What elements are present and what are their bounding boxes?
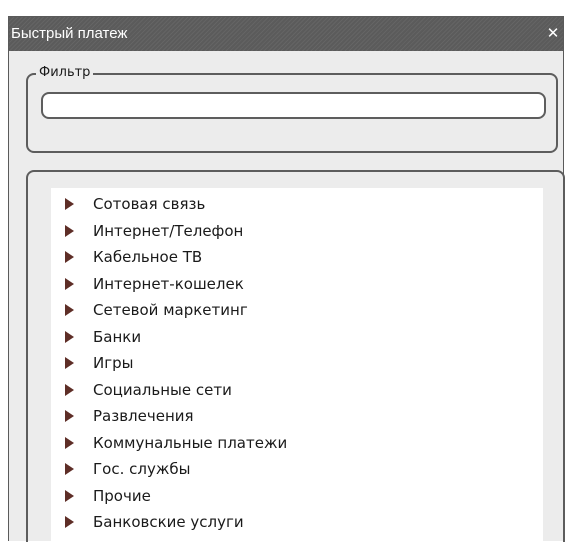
category-list-group: Сотовая связь Интернет/Телефон Кабельное… xyxy=(26,170,565,544)
expand-arrow-icon[interactable] xyxy=(65,224,74,237)
expand-arrow-icon[interactable] xyxy=(65,516,74,528)
category-item-utilities[interactable]: Коммунальные платежи xyxy=(51,430,287,457)
category-item-social-networks[interactable]: Социальные сети xyxy=(51,377,287,404)
category-label: Развлечения xyxy=(93,407,194,425)
category-label: Сетевой маркетинг xyxy=(93,301,248,319)
expand-arrow-icon[interactable] xyxy=(65,330,74,343)
category-label: Социальные сети xyxy=(93,380,232,399)
category-item-cable-tv[interactable]: Кабельное ТВ xyxy=(51,244,287,271)
expand-arrow-icon[interactable] xyxy=(65,304,74,316)
category-label: Интернет-кошелек xyxy=(93,274,244,293)
category-item-mobile[interactable]: Сотовая связь xyxy=(51,191,287,218)
category-item-internet-phone[interactable]: Интернет/Телефон xyxy=(51,218,287,245)
category-item-games[interactable]: Игры xyxy=(51,350,287,377)
quick-payment-window: Быстрый платеж ✕ Фильтр Сотовая связь Ин… xyxy=(8,16,565,544)
expand-arrow-icon[interactable] xyxy=(65,410,74,422)
expand-arrow-icon[interactable] xyxy=(65,383,74,396)
category-item-entertainment[interactable]: Развлечения xyxy=(51,403,287,430)
category-item-banking-services[interactable]: Банковские услуги xyxy=(51,509,287,536)
expand-arrow-icon[interactable] xyxy=(65,436,74,449)
expand-arrow-icon[interactable] xyxy=(65,198,74,210)
close-icon[interactable]: ✕ xyxy=(543,23,563,43)
category-label: Сотовая связь xyxy=(93,195,206,213)
category-label: Прочие xyxy=(93,486,151,505)
category-label: Кабельное ТВ xyxy=(93,248,203,266)
category-item-network-marketing[interactable]: Сетевой маркетинг xyxy=(51,297,287,324)
expand-arrow-icon[interactable] xyxy=(65,251,74,263)
title-bar[interactable]: Быстрый платеж ✕ xyxy=(9,17,563,51)
filter-group: Фильтр xyxy=(26,65,558,153)
category-label: Игры xyxy=(93,354,134,372)
category-label: Интернет/Телефон xyxy=(93,221,244,240)
window-title: Быстрый платеж xyxy=(11,25,128,42)
category-label: Гос. службы xyxy=(93,460,191,478)
category-label: Банковские услуги xyxy=(93,513,244,531)
expand-arrow-icon[interactable] xyxy=(65,489,74,502)
category-list-panel[interactable]: Сотовая связь Интернет/Телефон Кабельное… xyxy=(51,188,543,544)
filter-label: Фильтр xyxy=(36,65,94,81)
expand-arrow-icon[interactable] xyxy=(65,463,74,475)
category-label: Банки xyxy=(93,327,142,346)
category-tree: Сотовая связь Интернет/Телефон Кабельное… xyxy=(51,188,287,536)
category-item-government[interactable]: Гос. службы xyxy=(51,456,287,483)
category-item-other[interactable]: Прочие xyxy=(51,483,287,510)
expand-arrow-icon[interactable] xyxy=(65,277,74,290)
category-item-banks[interactable]: Банки xyxy=(51,324,287,351)
category-label: Коммунальные платежи xyxy=(93,433,288,452)
category-item-e-wallet[interactable]: Интернет-кошелек xyxy=(51,271,287,298)
filter-input[interactable] xyxy=(41,92,546,119)
expand-arrow-icon[interactable] xyxy=(65,357,74,369)
